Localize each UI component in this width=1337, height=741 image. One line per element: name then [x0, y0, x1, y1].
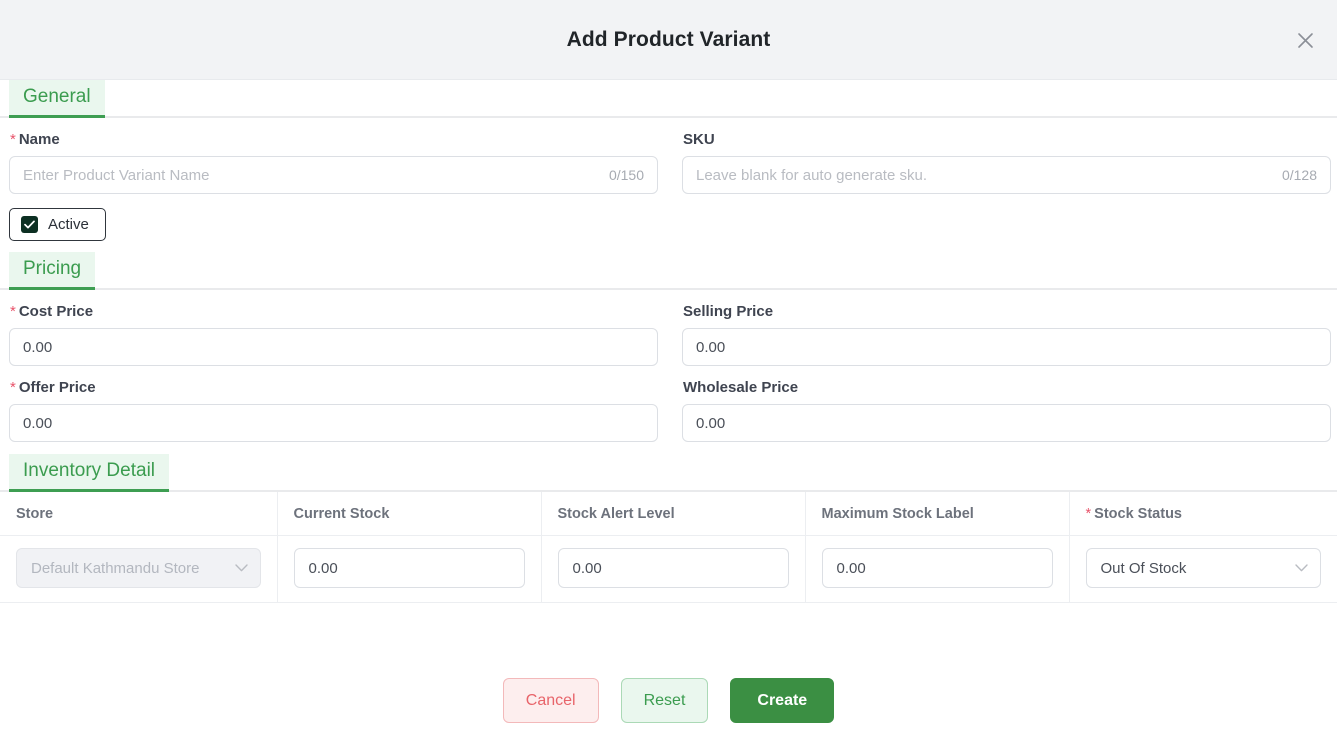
current-stock-input[interactable]: 0.00	[293, 548, 525, 588]
column-header-maximum-stock-label: Maximum Stock Label	[805, 492, 1070, 536]
chevron-down-icon	[234, 564, 248, 572]
field-wholesale-price: Wholesale Price 0.00	[682, 366, 1331, 442]
section-tab-pricing[interactable]: Pricing	[9, 252, 96, 290]
check-icon	[21, 216, 38, 233]
name-input-placeholder: Enter Product Variant Name	[23, 166, 210, 184]
wholesale-price-input[interactable]: 0.00	[682, 404, 1331, 442]
store-select[interactable]: Default Kathmandu Store	[16, 548, 261, 588]
cell-stock-status: Out Of Stock	[1069, 535, 1337, 603]
modal-header: Add Product Variant	[0, 0, 1337, 80]
label-name-text: Name	[18, 131, 60, 148]
stock-status-value: Out Of Stock	[1100, 559, 1187, 577]
section-pricing-head: Pricing	[0, 252, 1337, 290]
name-input-counter: 0/150	[608, 167, 644, 183]
pricing-row-2: * Offer Price 0.00 Wholesale Price 0.00	[0, 366, 1337, 442]
maximum-stock-label-value: 0.00	[836, 559, 866, 577]
section-pricing: Pricing * Cost Price 0.00 Selling Price 0…	[0, 252, 1337, 442]
section-general-head: General	[0, 80, 1337, 118]
column-header-maximum-stock-label-text: Maximum Stock Label	[821, 506, 974, 522]
column-header-stock-status: * Stock Status	[1069, 492, 1337, 536]
sku-input[interactable]: Leave blank for auto generate sku. 0/128	[682, 156, 1331, 194]
section-inventory-head: Inventory Detail	[0, 454, 1337, 492]
active-checkbox[interactable]: Active	[9, 208, 106, 241]
field-offer-price: * Offer Price 0.00	[9, 366, 658, 442]
label-cost-price-text: Cost Price	[18, 303, 94, 320]
label-selling-price-text: Selling Price	[683, 303, 774, 320]
cell-maximum-stock-label: 0.00	[805, 535, 1070, 603]
offer-price-value: 0.00	[23, 414, 53, 432]
offer-price-input[interactable]: 0.00	[9, 404, 658, 442]
field-selling-price: Selling Price 0.00	[682, 290, 1331, 366]
create-button[interactable]: Create	[730, 678, 835, 723]
current-stock-value: 0.00	[308, 559, 338, 577]
section-general: General * Name Enter Product Variant Name…	[0, 80, 1337, 241]
column-header-stock-status-label: Stock Status	[1094, 506, 1182, 522]
cost-price-input[interactable]: 0.00	[9, 328, 658, 366]
label-selling-price: Selling Price	[683, 303, 1331, 320]
label-name: * Name	[10, 131, 658, 148]
table-row: Default Kathmandu Store 0.00 0.00 0.00 O…	[0, 535, 1337, 603]
sku-input-placeholder: Leave blank for auto generate sku.	[696, 166, 927, 184]
wholesale-price-value: 0.00	[696, 414, 726, 432]
modal-body: General * Name Enter Product Variant Name…	[0, 80, 1337, 660]
cancel-button[interactable]: Cancel	[502, 678, 599, 723]
label-wholesale-price: Wholesale Price	[683, 379, 1331, 396]
name-input[interactable]: Enter Product Variant Name 0/150	[9, 156, 658, 194]
cell-stock-alert-level: 0.00	[541, 535, 806, 603]
page-title: Add Product Variant	[566, 27, 771, 51]
selling-price-value: 0.00	[696, 338, 726, 356]
required-indicator: *	[10, 131, 16, 148]
cell-store: Default Kathmandu Store	[0, 535, 278, 603]
section-inventory: Inventory Detail Store Current Stock Sto…	[0, 454, 1337, 603]
section-tab-general[interactable]: General	[9, 80, 105, 118]
selling-price-input[interactable]: 0.00	[682, 328, 1331, 366]
label-offer-price: * Offer Price	[10, 379, 658, 396]
column-header-current-stock-label: Current Stock	[293, 506, 390, 522]
active-checkbox-label: Active	[48, 216, 89, 233]
section-inventory-rule	[0, 490, 1337, 492]
label-wholesale-price-text: Wholesale Price	[683, 379, 799, 396]
required-indicator: *	[10, 303, 16, 320]
store-select-value: Default Kathmandu Store	[31, 559, 200, 577]
field-name: * Name Enter Product Variant Name 0/150	[9, 118, 658, 194]
cost-price-value: 0.00	[23, 338, 53, 356]
section-tab-inventory[interactable]: Inventory Detail	[9, 454, 170, 492]
label-cost-price: * Cost Price	[10, 303, 658, 320]
label-sku-text: SKU	[683, 131, 715, 148]
field-sku: SKU Leave blank for auto generate sku. 0…	[682, 118, 1331, 194]
column-header-store-label: Store	[16, 506, 54, 522]
pricing-row-1: * Cost Price 0.00 Selling Price 0.00	[0, 290, 1337, 366]
reset-button[interactable]: Reset	[620, 678, 709, 723]
label-offer-price-text: Offer Price	[18, 379, 96, 396]
stock-status-select[interactable]: Out Of Stock	[1085, 548, 1321, 588]
general-fields-row: * Name Enter Product Variant Name 0/150 S…	[0, 118, 1337, 194]
modal-footer: Cancel Reset Create	[0, 660, 1337, 741]
sku-input-counter: 0/128	[1281, 167, 1317, 183]
section-pricing-rule	[0, 288, 1337, 290]
column-header-store: Store	[0, 492, 278, 536]
column-header-current-stock: Current Stock	[277, 492, 542, 536]
chevron-down-icon	[1295, 564, 1308, 572]
close-icon	[1297, 32, 1314, 49]
required-indicator: *	[1085, 506, 1092, 522]
inventory-table: Store Current Stock Stock Alert Level Ma…	[0, 492, 1337, 603]
stock-alert-level-input[interactable]: 0.00	[557, 548, 789, 588]
cell-current-stock: 0.00	[277, 535, 542, 603]
label-sku: SKU	[683, 131, 1331, 148]
field-cost-price: * Cost Price 0.00	[9, 290, 658, 366]
section-general-rule	[0, 116, 1337, 118]
close-button[interactable]	[1291, 26, 1319, 54]
column-header-stock-alert-level-label: Stock Alert Level	[557, 506, 675, 522]
required-indicator: *	[10, 379, 16, 396]
maximum-stock-label-input[interactable]: 0.00	[821, 548, 1053, 588]
column-header-stock-alert-level: Stock Alert Level	[541, 492, 806, 536]
inventory-table-header-row: Store Current Stock Stock Alert Level Ma…	[0, 492, 1337, 536]
stock-alert-level-value: 0.00	[572, 559, 602, 577]
